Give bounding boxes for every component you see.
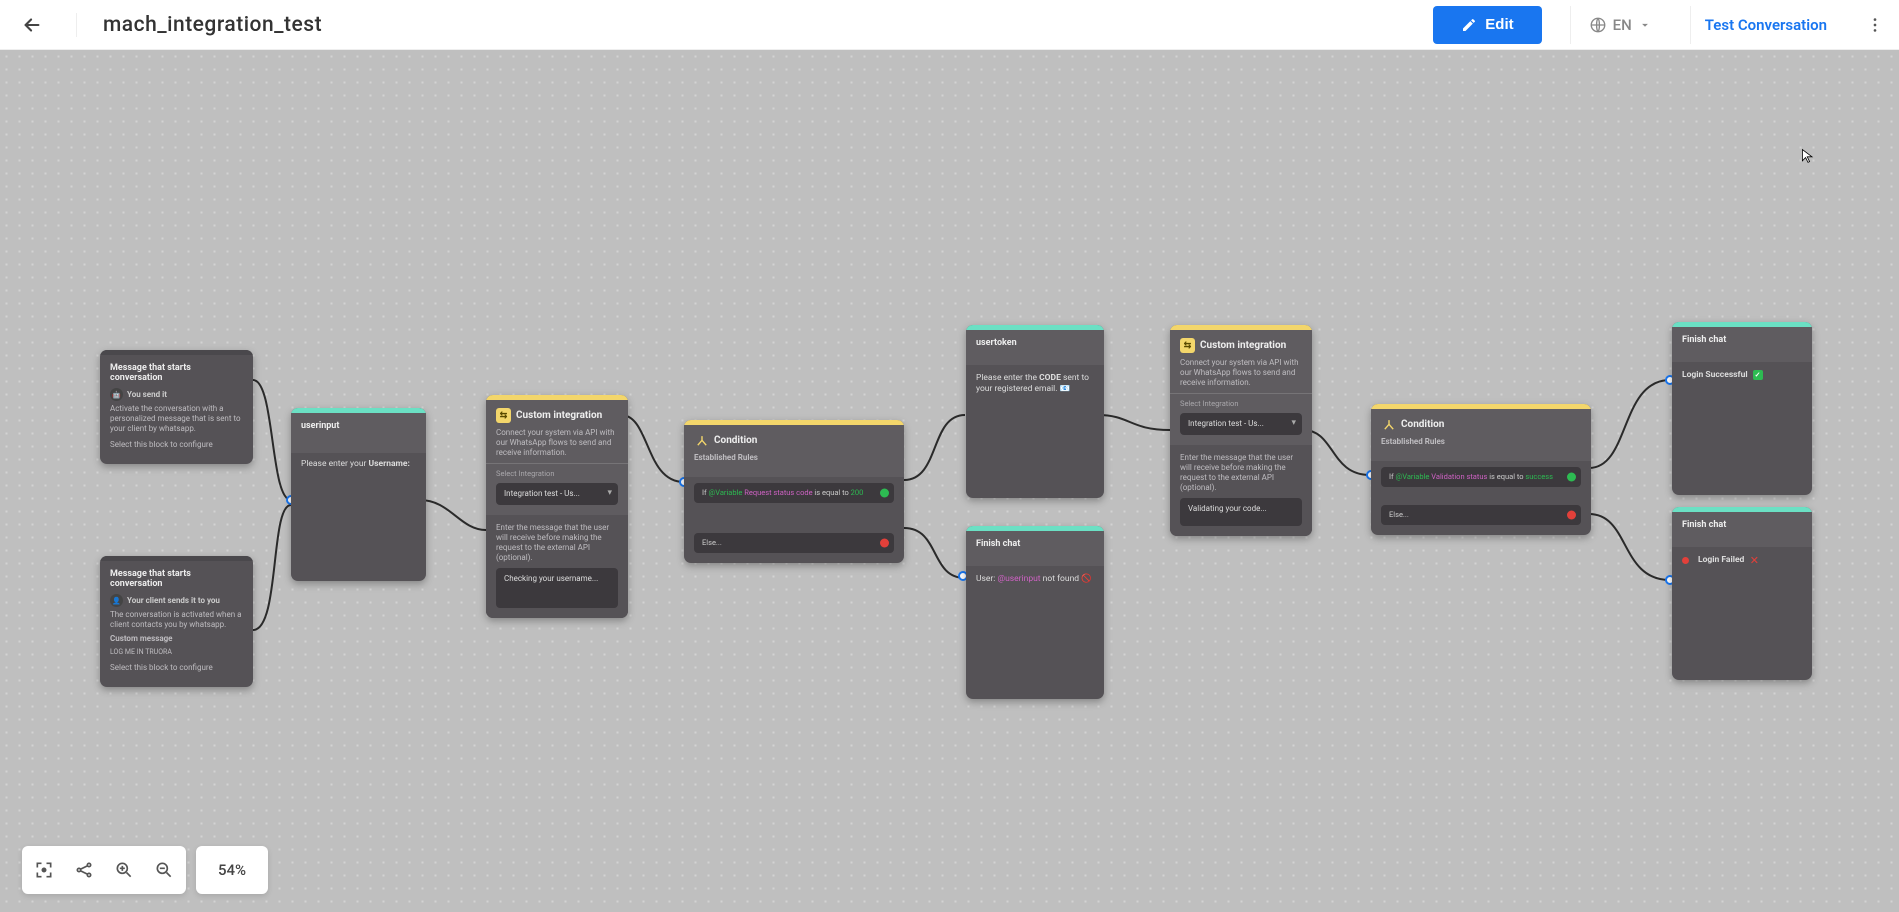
node-hint: Select this block to configure (110, 440, 243, 450)
custom-msg-value: LOG ME IN TRUORA (110, 648, 243, 657)
rule-else[interactable]: Else... (694, 533, 894, 553)
status-text: Login Failed (1698, 555, 1744, 565)
fit-view-icon[interactable] (34, 860, 54, 880)
node-condition-2[interactable]: Condition Established Rules If @Variable… (1371, 404, 1591, 535)
select-label: Select Integration (1180, 399, 1302, 408)
edit-button-label: Edit (1485, 16, 1513, 33)
integration-select[interactable]: Integration test - Us... ▾ (1180, 413, 1302, 435)
node-hint: Enter the message that the user will rec… (496, 523, 618, 563)
message-input[interactable]: Validating your code... (1180, 498, 1302, 526)
chevron-down-icon (1638, 18, 1652, 32)
status-text: Login Successful (1682, 370, 1748, 380)
more-menu-icon[interactable] (1861, 15, 1889, 35)
zoom-out-icon[interactable] (154, 860, 174, 880)
rule-fail-dot (880, 538, 889, 547)
zoom-in-icon[interactable] (114, 860, 134, 880)
node-finish-failed[interactable]: Finish chat Login Failed ✕ (1672, 507, 1812, 680)
node-title: usertoken (976, 338, 1094, 348)
node-usertoken[interactable]: usertoken Please enter the CODE sent to … (966, 325, 1104, 498)
integration-select-value: Integration test - Us... (1188, 419, 1264, 428)
check-icon: ✓ (1753, 370, 1763, 380)
select-label: Select Integration (496, 469, 618, 478)
node-hint: Select this block to configure (110, 663, 243, 673)
integration-icon: ⇆ (1180, 338, 1195, 353)
node-start-you-send[interactable]: Message that starts conversation 🤖 You se… (100, 350, 253, 464)
node-desc: Activate the conversation with a persona… (110, 404, 243, 434)
branch-icon (1381, 417, 1396, 432)
language-select[interactable]: EN (1570, 6, 1670, 44)
share-icon[interactable] (74, 860, 94, 880)
edit-button[interactable]: Edit (1433, 6, 1541, 44)
node-hint: Enter the message that the user will rec… (1180, 453, 1302, 493)
node-title: Custom integration (516, 410, 602, 421)
node-start-client-sends[interactable]: Message that starts conversation 👤 Your c… (100, 556, 253, 687)
node-finish-notfound[interactable]: Finish chat User: @userinput not found 🚫 (966, 526, 1104, 699)
custom-msg-label: Custom message (110, 634, 173, 643)
integration-select[interactable]: Integration test - Us... ▾ (496, 483, 618, 505)
chevron-down-icon: ▾ (607, 488, 612, 500)
message-input[interactable]: Checking your username... (496, 568, 618, 608)
rule-if[interactable]: If @Variable Validation status is equal … (1381, 467, 1581, 487)
message-value: Checking your username... (504, 574, 598, 583)
node-title: Message that starts conversation (110, 569, 243, 589)
globe-icon (1589, 16, 1607, 34)
node-userinput[interactable]: userinput Please enter your Username: (291, 408, 426, 581)
node-title: Finish chat (1682, 520, 1802, 530)
node-title: userinput (301, 421, 416, 431)
node-subtitle: Established Rules (1381, 437, 1581, 447)
page-title: mach_integration_test (76, 13, 322, 37)
branch-icon (694, 433, 709, 448)
node-custom-integration-1[interactable]: ⇆ Custom integration Connect your system… (486, 395, 628, 618)
flow-edges (0, 50, 1899, 912)
node-title: Custom integration (1200, 340, 1286, 351)
top-bar: mach_integration_test Edit EN Test Conve… (0, 0, 1899, 50)
node-custom-integration-2[interactable]: ⇆ Custom integration Connect your system… (1170, 325, 1312, 536)
cursor-icon (1800, 148, 1818, 166)
message-value: Validating your code... (1188, 504, 1267, 513)
node-title: Message that starts conversation (110, 363, 243, 383)
msg-bold: Username: (369, 459, 410, 469)
chevron-down-icon: ▾ (1291, 418, 1296, 430)
node-finish-success[interactable]: Finish chat Login Successful ✓ (1672, 322, 1812, 495)
x-icon: ✕ (1749, 555, 1759, 565)
test-conversation-button[interactable]: Test Conversation (1690, 6, 1841, 44)
node-title: Finish chat (976, 539, 1094, 549)
node-desc: The conversation is activated when a cli… (110, 610, 243, 630)
back-arrow-icon[interactable] (20, 13, 44, 37)
rule-fail-dot (1567, 510, 1576, 519)
integration-select-value: Integration test - Us... (504, 489, 580, 498)
node-title: Condition (1401, 419, 1444, 430)
bot-icon: 🤖 (110, 388, 123, 401)
language-label: EN (1613, 16, 1632, 34)
node-badge: You send it (127, 390, 167, 399)
node-title: Finish chat (1682, 335, 1802, 345)
rule-success-dot (880, 488, 889, 497)
rule-success-dot (1567, 472, 1576, 481)
flow-canvas[interactable]: Message that starts conversation 🤖 You se… (0, 50, 1899, 912)
node-title: Condition (714, 435, 757, 446)
zoom-level: 54% (208, 861, 256, 879)
node-condition-1[interactable]: Condition Established Rules If @Variable… (684, 420, 904, 563)
fail-dot-icon (1682, 557, 1689, 564)
rule-if[interactable]: If @Variable Request status code is equa… (694, 483, 894, 503)
rule-else[interactable]: Else... (1381, 505, 1581, 525)
msg-prefix: Please enter your (301, 459, 366, 469)
node-badge: Your client sends it to you (127, 596, 220, 605)
user-icon: 👤 (110, 594, 123, 607)
integration-icon: ⇆ (496, 408, 511, 423)
node-desc: Connect your system via API with our Wha… (1180, 358, 1302, 388)
node-subtitle: Established Rules (694, 453, 894, 463)
node-desc: Connect your system via API with our Wha… (496, 428, 618, 458)
canvas-toolbar: 54% (22, 846, 268, 894)
